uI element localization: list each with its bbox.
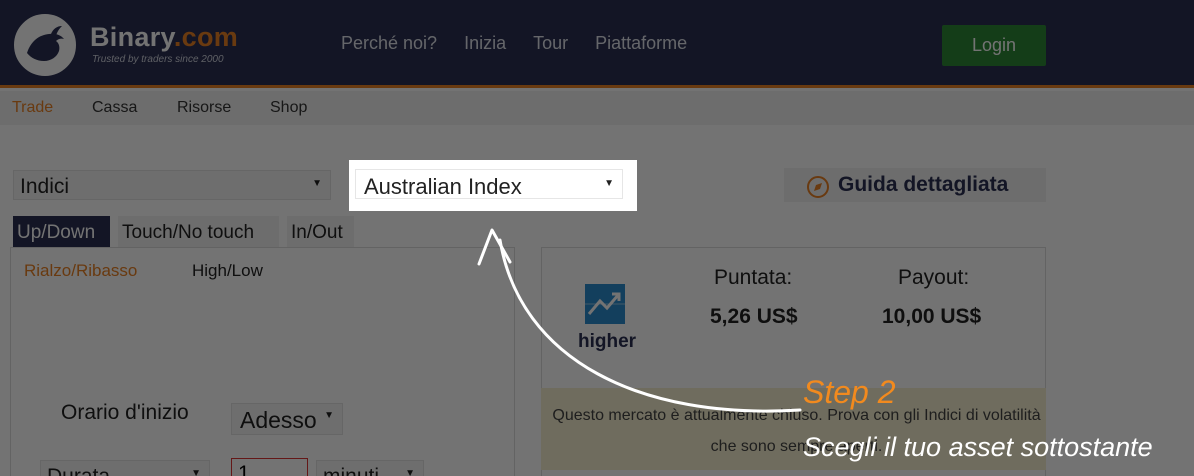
- tutorial-step-label: Step 2: [803, 374, 896, 410]
- tutorial-arrow-icon: [477, 228, 802, 413]
- tutorial-step-description: Scegli il tuo asset sottostante: [803, 432, 1153, 462]
